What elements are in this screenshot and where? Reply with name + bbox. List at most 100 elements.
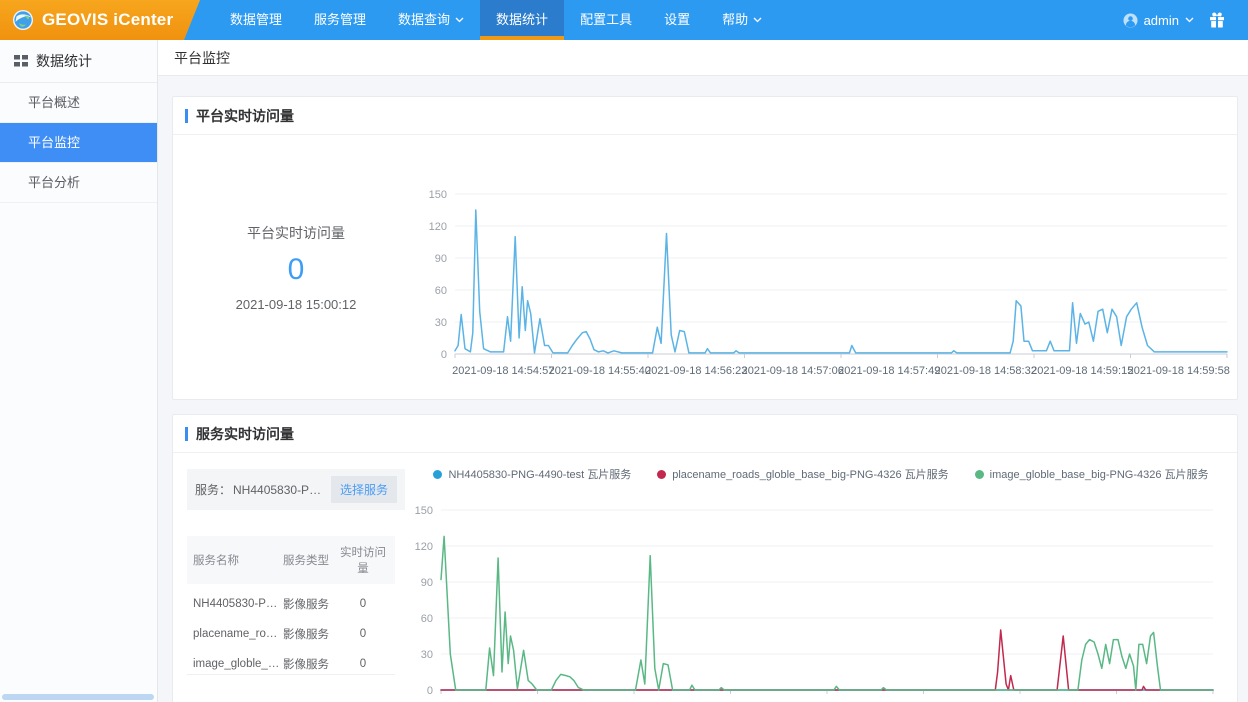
platform-card-title: 平台实时访问量: [196, 107, 294, 124]
service-name-cell: NH4405830-PNG-4490-t...: [193, 598, 283, 610]
service-type-cell: 影像服务: [283, 629, 329, 641]
title-accent-bar: [185, 108, 188, 123]
service-type-cell: 影像服务: [283, 599, 329, 611]
nav-item-label: 配置工具: [580, 12, 633, 27]
nav-item-label: 设置: [664, 12, 691, 27]
brand-logo: GEOVIS iCenter: [0, 0, 200, 40]
sidebar: 数据统计 平台概述 平台监控 平台分析: [0, 40, 158, 702]
legend-label: placename_roads_globle_base_big-PNG-4326…: [672, 469, 949, 481]
username: admin: [1143, 12, 1179, 28]
svg-text:120: 120: [415, 541, 433, 553]
brand-name: GEOVIS iCenter: [42, 10, 174, 29]
service-name-cell: placename_roads_globle...: [193, 628, 283, 640]
legend-dot: [433, 469, 443, 479]
table-header-row: 服务名称 服务类型 实时访问量: [187, 536, 395, 584]
chevron-down-icon: [1185, 17, 1194, 23]
nav-item-5[interactable]: 配置工具: [564, 0, 648, 40]
service-field-label: 服务：: [195, 483, 232, 497]
stat-value: 0: [287, 252, 305, 286]
nav-item-label: 数据查询: [398, 12, 451, 27]
legend-dot: [974, 469, 984, 479]
legend-item[interactable]: image_globle_base_big-PNG-4326 瓦片服务: [974, 466, 1209, 482]
sidebar-item-3[interactable]: 平台分析: [0, 163, 157, 203]
page-titlebar: 平台监控: [158, 40, 1248, 76]
sidebar-item-1[interactable]: 平台概述: [0, 83, 157, 123]
platform-chart-area: 0 30 60 90 120 150 2021-09-18 14:54:57 2021-09-…: [419, 135, 1237, 399]
service-table: 服务名称服务类型实时访问量NH4405830-PNG-4490-t...影像服务…: [187, 536, 395, 675]
svg-text:60: 60: [421, 613, 433, 625]
selected-service-name: NH4405830-PNG-4490-t...: [233, 482, 323, 497]
service-name-cell: image_globle_base_big-...: [193, 658, 283, 670]
svg-text:2021-09-18 14:58:32: 2021-09-18 14:58:32: [935, 365, 1037, 377]
svg-text:0: 0: [427, 685, 433, 697]
chevron-down-icon: [753, 17, 762, 23]
legend-item[interactable]: NH4405830-PNG-4490-test 瓦片服务: [433, 466, 631, 482]
service-count-cell: 0: [359, 658, 367, 670]
horizontal-scrollbar[interactable]: [2, 694, 154, 700]
nav-item-label: 数据统计: [496, 12, 549, 27]
nav-item-3[interactable]: 数据查询: [382, 0, 480, 40]
table-row[interactable]: NH4405830-PNG-4490-t...影像服务 0: [187, 584, 395, 614]
table-header-cell: 实时访问量: [340, 547, 386, 575]
service-card-header: 服务实时访问量: [173, 415, 1237, 453]
svg-text:2021-09-18 14:54:57: 2021-09-18 14:54:57: [452, 365, 554, 377]
svg-text:2021-09-18 14:59:58: 2021-09-18 14:59:58: [1128, 365, 1230, 377]
svg-text:150: 150: [415, 505, 433, 517]
platform-line-chart: 03060901201502021-09-18 14:54:572021-09-…: [429, 189, 1230, 377]
service-count-cell: 0: [359, 628, 367, 640]
svg-text:90: 90: [435, 253, 447, 265]
nav-item-7[interactable]: 帮助: [706, 0, 778, 40]
service-card-title: 服务实时访问量: [196, 425, 294, 442]
service-card-body: 服务： NH4405830-PNG-4490-t... 选择服务 服务名称 服务类…: [173, 453, 1237, 702]
legend-dot: [657, 469, 667, 479]
svg-text:30: 30: [421, 649, 433, 661]
sidebar-title: 数据统计: [36, 53, 92, 69]
legend-item[interactable]: placename_roads_globle_base_big-PNG-4326…: [657, 466, 949, 482]
service-visits-card: 服务实时访问量 服务： NH4405830-PNG-4490-t... 选择服务…: [172, 414, 1238, 702]
nav-item-2[interactable]: 服务管理: [298, 0, 382, 40]
nav-item-6[interactable]: 设置: [648, 0, 706, 40]
sidebar-item-2[interactable]: 平台监控: [0, 123, 157, 163]
page-title: 平台监控: [174, 49, 230, 66]
service-select-row: 服务： NH4405830-PNG-4490-t... 选择服务: [187, 469, 405, 510]
platform-card-header: 平台实时访问量: [173, 97, 1237, 135]
sidebar-header: 数据统计: [0, 40, 157, 83]
nav-item-1[interactable]: 数据管理: [214, 0, 298, 40]
svg-text:90: 90: [421, 577, 433, 589]
svg-text:120: 120: [429, 221, 447, 233]
svg-text:0: 0: [441, 349, 447, 361]
main-nav: 数据管理 服务管理 数据查询 数据统计 配置工具 设置 帮助: [214, 0, 778, 40]
user-menu[interactable]: admin: [1123, 13, 1194, 28]
top-navigation-bar: GEOVIS iCenter 数据管理 服务管理 数据查询 数据统计 配置工具 设置 帮助 …: [0, 0, 1248, 40]
service-selector-column: 服务： NH4405830-PNG-4490-t... 选择服务 服务名称 服务类…: [173, 453, 405, 702]
grid-icon: [14, 55, 28, 67]
globe-icon: [12, 9, 34, 31]
nav-item-4[interactable]: 数据统计: [480, 0, 565, 40]
svg-text:2021-09-18 14:55:40: 2021-09-18 14:55:40: [549, 365, 651, 377]
select-service-button[interactable]: 选择服务: [330, 476, 397, 503]
nav-item-label: 服务管理: [314, 12, 367, 27]
chart-legend: NH4405830-PNG-4490-test 瓦片服务 placename_ro…: [405, 466, 1237, 482]
table-row[interactable]: image_globle_base_big-...影像服务 0: [187, 644, 395, 674]
platform-visits-card: 平台实时访问量 平台实时访问量 0 2021-09-18 15:00:12 0 3…: [172, 96, 1238, 400]
stat-timestamp: 2021-09-18 15:00:12: [235, 296, 357, 312]
nav-item-label: 帮助: [722, 12, 749, 27]
user-icon: [1123, 13, 1138, 27]
svg-text:60: 60: [435, 285, 447, 297]
chevron-down-icon: [455, 17, 464, 23]
table-row[interactable]: placename_roads_globle...影像服务 0: [187, 614, 395, 644]
title-accent-bar: [185, 426, 188, 441]
table-header-cell: 服务名称: [193, 555, 239, 567]
nav-item-label: 数据管理: [230, 12, 283, 27]
legend-label: NH4405830-PNG-4490-test 瓦片服务: [448, 469, 632, 481]
main-content: 平台监控 平台实时访问量 平台实时访问量 0 2021-09-18 15:00:…: [158, 40, 1248, 702]
service-chart-area: NH4405830-PNG-4490-test 瓦片服务 placename_ro…: [405, 453, 1237, 702]
service-type-cell: 影像服务: [283, 659, 329, 671]
svg-text:2021-09-18 14:57:49: 2021-09-18 14:57:49: [838, 365, 940, 377]
svg-text:2021-09-18 14:59:15: 2021-09-18 14:59:15: [1031, 365, 1133, 377]
service-count-cell: 0: [359, 598, 367, 610]
svg-text:2021-09-18 14:56:23: 2021-09-18 14:56:23: [645, 365, 747, 377]
topbar-right: admin: [1123, 0, 1248, 40]
gift-icon[interactable]: [1208, 11, 1226, 29]
stat-label: 平台实时访问量: [247, 224, 345, 241]
